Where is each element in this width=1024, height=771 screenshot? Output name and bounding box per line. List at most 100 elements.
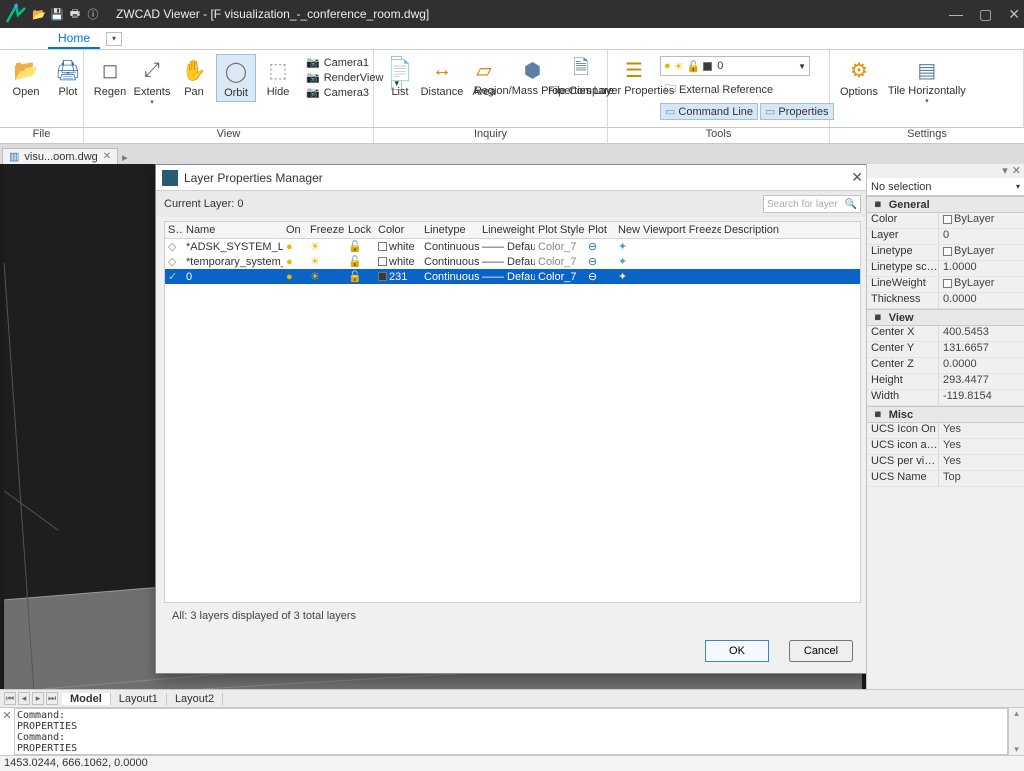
collapse-icon: ◾ bbox=[871, 198, 885, 211]
camera-icon: 📷 bbox=[306, 86, 320, 99]
tab-nav-next[interactable]: ▸ bbox=[32, 692, 44, 705]
document-tab[interactable]: ▥ visu...oom.dwg ✕ bbox=[2, 148, 118, 164]
ruler-icon: ↔ bbox=[428, 56, 456, 84]
lock-open-icon: 🔓 bbox=[687, 60, 701, 73]
window-icon: ▭ bbox=[665, 105, 675, 118]
props-row[interactable]: Height293.4477 bbox=[867, 374, 1024, 390]
panel-menu-icon[interactable]: ▾ bbox=[1002, 164, 1008, 178]
command-log[interactable]: Command:PROPERTIESCommand:PROPERTIESComm… bbox=[14, 708, 1008, 755]
pan-button[interactable]: ✋Pan bbox=[174, 54, 214, 100]
table-row[interactable]: ✓0●☀🔓231Continuous—— DefaultColor_7⊖✦ bbox=[165, 269, 860, 284]
column-header[interactable]: Color bbox=[375, 222, 421, 239]
props-row[interactable]: Linetype scale1.0000 bbox=[867, 261, 1024, 277]
props-section-header[interactable]: ◾Misc bbox=[867, 406, 1024, 423]
column-header[interactable]: Lineweight bbox=[479, 222, 535, 239]
save-icon[interactable]: 💾 bbox=[50, 7, 64, 21]
props-row[interactable]: LinetypeByLayer bbox=[867, 245, 1024, 261]
xref-toggle[interactable]: 🗀External Reference bbox=[660, 78, 834, 101]
layout-tab[interactable]: Layout1 bbox=[111, 693, 167, 705]
props-row[interactable]: UCS per viewp…Yes bbox=[867, 455, 1024, 471]
props-row[interactable]: Center Y131.6657 bbox=[867, 342, 1024, 358]
ribbon-section-labels: File View Inquiry Tools Settings bbox=[0, 128, 1024, 144]
orbit-icon: ◯ bbox=[222, 57, 250, 85]
props-row[interactable]: UCS Icon OnYes bbox=[867, 423, 1024, 439]
hide-button[interactable]: ⬚Hide bbox=[258, 54, 298, 100]
props-row[interactable]: Center X400.5453 bbox=[867, 326, 1024, 342]
props-section-header[interactable]: ◾General bbox=[867, 196, 1024, 213]
props-row[interactable]: Center Z0.0000 bbox=[867, 358, 1024, 374]
props-row[interactable]: UCS icon at ori…Yes bbox=[867, 439, 1024, 455]
layer-combo[interactable]: ● ☀ 🔓 0 ▼ bbox=[660, 56, 810, 76]
sun-icon: ☀ bbox=[674, 60, 684, 73]
table-row[interactable]: ◇*temporary_system_ca…●☀🔓whiteContinuous… bbox=[165, 254, 860, 269]
props-row[interactable]: Width-119.8154 bbox=[867, 390, 1024, 406]
close-icon[interactable]: ✕ bbox=[103, 151, 111, 162]
chevron-down-icon: ▼ bbox=[798, 62, 806, 71]
options-button[interactable]: ⚙Options bbox=[836, 54, 882, 100]
open-button[interactable]: 📂Open bbox=[6, 54, 46, 100]
selection-combo[interactable]: No selection▾ bbox=[867, 178, 1024, 196]
column-header[interactable]: On bbox=[283, 222, 307, 239]
column-header[interactable]: Lock bbox=[345, 222, 375, 239]
column-header[interactable]: Name bbox=[183, 222, 283, 239]
layerprops-button[interactable]: ☰Layer Properties bbox=[614, 54, 654, 99]
panel-close-icon[interactable]: ✕ bbox=[1012, 164, 1021, 178]
props-row[interactable]: UCS NameTop bbox=[867, 471, 1024, 487]
props-row[interactable]: Thickness0.0000 bbox=[867, 293, 1024, 309]
scrollbar[interactable]: ▴▾ bbox=[1008, 708, 1024, 755]
bulb-icon: ● bbox=[664, 60, 671, 72]
commandline-toggle[interactable]: ▭Command Line bbox=[660, 103, 758, 120]
cube-icon: ⬚ bbox=[264, 56, 292, 84]
column-header[interactable]: Plot bbox=[585, 222, 615, 239]
close-button[interactable]: ✕ bbox=[1008, 6, 1020, 23]
props-row[interactable]: LineWeightByLayer bbox=[867, 277, 1024, 293]
layer-search-input[interactable]: Search for layer 🔍 bbox=[763, 195, 861, 213]
layer-table[interactable]: S…NameOnFreezeLockColorLinetypeLineweigh… bbox=[165, 222, 860, 284]
maximize-button[interactable]: ▢ bbox=[979, 6, 992, 23]
dialog-close-button[interactable]: ✕ bbox=[851, 169, 863, 186]
extents-button[interactable]: ⤢Extents▾ bbox=[132, 54, 172, 108]
regen-button[interactable]: ◻Regen bbox=[90, 54, 130, 100]
print-icon[interactable]: 🖶 bbox=[68, 7, 82, 21]
table-row[interactable]: ◇*ADSK_SYSTEM_LIG…●☀🔓whiteContinuous—— D… bbox=[165, 239, 860, 255]
ribbon-dropdown-icon[interactable]: ▾ bbox=[106, 32, 122, 46]
color-swatch bbox=[703, 62, 712, 71]
properties-toggle[interactable]: ▭Properties bbox=[760, 103, 834, 120]
tab-nav-last[interactable]: ⏭ bbox=[46, 692, 58, 705]
layout-tab[interactable]: Layout2 bbox=[167, 693, 223, 705]
layout-tab[interactable]: Model bbox=[62, 693, 111, 705]
column-header[interactable]: Plot Style bbox=[535, 222, 585, 239]
camera-icon: 📷 bbox=[306, 71, 320, 84]
drawing-viewport[interactable]: Layer Properties Manager ✕ Current Layer… bbox=[0, 164, 866, 689]
tile-button[interactable]: ▤Tile Horizontally▾ bbox=[884, 54, 970, 107]
column-header[interactable]: New Viewport Freeze bbox=[615, 222, 721, 239]
properties-panel: ▾ ✕ No selection▾ ◾GeneralColorByLayerLa… bbox=[866, 164, 1024, 689]
layers-icon: ☰ bbox=[620, 56, 648, 84]
ok-button[interactable]: OK bbox=[705, 640, 769, 662]
orbit-button[interactable]: ◯Orbit bbox=[216, 54, 256, 102]
column-header[interactable]: Description bbox=[721, 222, 860, 239]
cancel-button[interactable]: Cancel bbox=[789, 640, 853, 662]
open-icon[interactable]: 📂 bbox=[32, 7, 46, 21]
minimize-button[interactable]: — bbox=[949, 6, 963, 22]
props-section-header[interactable]: ◾View bbox=[867, 309, 1024, 326]
column-header[interactable]: S… bbox=[165, 222, 183, 239]
titlebar: 📂 💾 🖶 ⓘ ZWCAD Viewer - [F visualization_… bbox=[0, 0, 1024, 28]
column-header[interactable]: Linetype bbox=[421, 222, 479, 239]
list-button[interactable]: 📄List bbox=[380, 54, 420, 100]
extents-icon: ⤢ bbox=[138, 56, 166, 84]
tab-nav-prev[interactable]: ◂ bbox=[18, 692, 30, 705]
props-row[interactable]: Layer0 bbox=[867, 229, 1024, 245]
cmdline-close-icon[interactable]: ✕ bbox=[0, 708, 14, 755]
column-header[interactable]: Freeze bbox=[307, 222, 345, 239]
tab-nav-first[interactable]: ⏮ bbox=[4, 692, 16, 705]
tab-home[interactable]: Home bbox=[48, 29, 100, 49]
distance-button[interactable]: ↔Distance bbox=[422, 54, 462, 100]
plot-button[interactable]: 🖨Plot bbox=[48, 54, 88, 100]
ribbon: 📂Open 🖨Plot ◻Regen ⤢Extents▾ ✋Pan ◯Orbit… bbox=[0, 50, 1024, 128]
dialog-icon bbox=[162, 170, 178, 186]
tab-overflow-icon[interactable]: ▸ bbox=[122, 151, 128, 164]
props-row[interactable]: ColorByLayer bbox=[867, 213, 1024, 229]
info-icon[interactable]: ⓘ bbox=[86, 7, 100, 21]
compare-icon: 🗎 bbox=[567, 56, 595, 84]
